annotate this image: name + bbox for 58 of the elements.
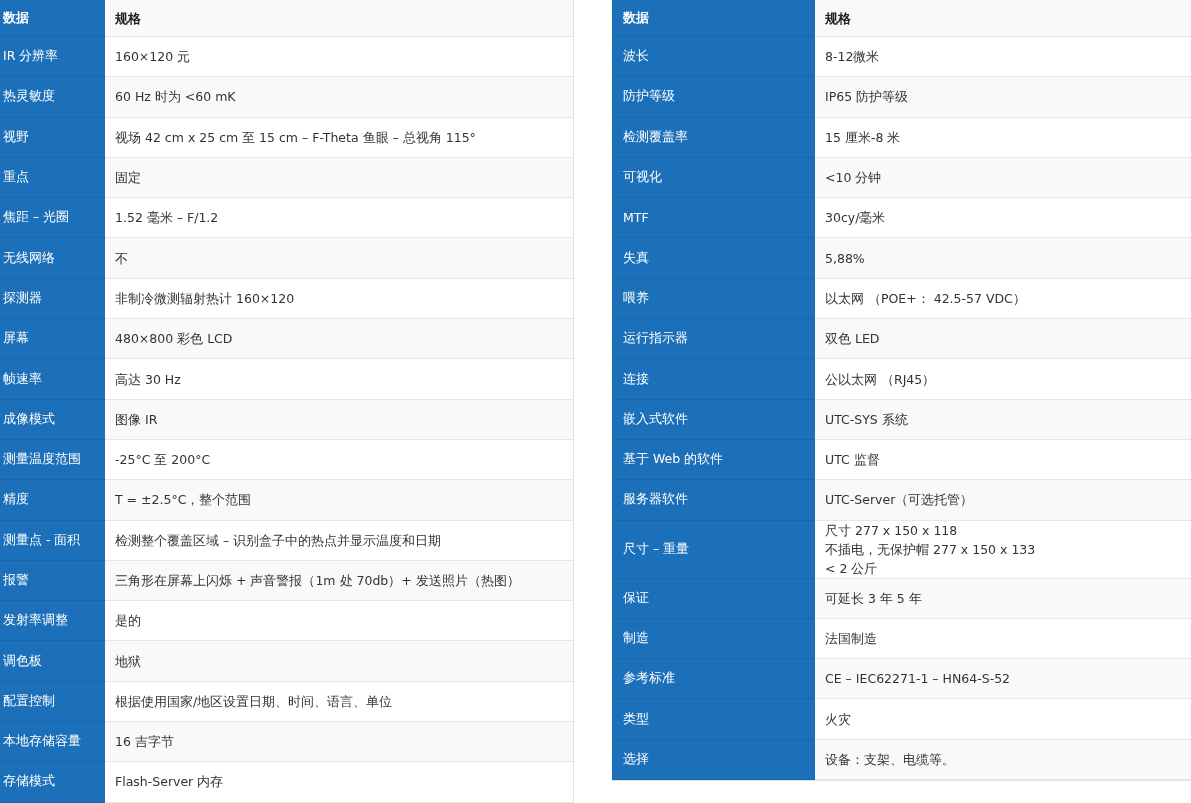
spec-value: 5,88% — [815, 238, 1191, 279]
spec-name: 服务器软件 — [612, 480, 815, 521]
column-header: 数据 — [612, 0, 815, 37]
spec-value: UTC-SYS 系统 — [815, 399, 1191, 440]
spec-name: 发射率调整 — [0, 601, 105, 642]
spec-name: 运行指示器 — [612, 319, 815, 360]
spec-name: 无线网络 — [0, 238, 105, 279]
spec-name: 嵌入式软件 — [612, 399, 815, 440]
spec-name: 重点 — [0, 157, 105, 199]
spec-name: 成像模式 — [0, 399, 105, 440]
spec-name: IR 分辨率 — [0, 37, 105, 78]
spec-name: 制造 — [612, 618, 815, 660]
spec-value: 60 Hz 时为 <60 mK — [105, 77, 573, 118]
spec-name: 基于 Web 的软件 — [612, 439, 815, 481]
spec-name: 参考标准 — [612, 659, 815, 700]
spec-name: 存储模式 — [0, 762, 105, 803]
spec-name: MTF — [612, 198, 815, 239]
spec-name: 热灵敏度 — [0, 77, 105, 118]
spec-name: 连接 — [612, 359, 815, 400]
spec-name: 测量温度范围 — [0, 439, 105, 481]
spec-name: 屏幕 — [0, 319, 105, 360]
spec-name: 检测覆盖率 — [612, 117, 815, 158]
spec-name: 报警 — [0, 560, 105, 602]
spec-name: 类型 — [612, 699, 815, 740]
spec-value: 不 — [105, 238, 573, 279]
spec-value: 设备：支架、电缆等。 — [815, 739, 1191, 781]
spec-value: 高达 30 Hz — [105, 359, 573, 400]
spec-name: 喂养 — [612, 278, 815, 320]
spec-name: 视野 — [0, 117, 105, 158]
spec-name: 探测器 — [0, 278, 105, 320]
spec-name: 波长 — [612, 37, 815, 78]
spec-value: IP65 防护等级 — [815, 77, 1191, 118]
spec-name: 焦距 – 光圈 — [0, 198, 105, 239]
spec-name: 保证 — [612, 578, 815, 619]
spec-value: 尺寸 277 x 150 x 118 不插电，无保护帽 277 x 150 x 133 < 2 公斤 — [815, 520, 1191, 579]
spec-value: 15 厘米-8 米 — [815, 117, 1191, 158]
spec-name: 防护等级 — [612, 77, 815, 118]
spec-value: 公以太网 （RJ45） — [815, 359, 1191, 400]
spec-name: 调色板 — [0, 641, 105, 682]
spec-name: 测量点 - 面积 — [0, 520, 105, 561]
spec-name: 尺寸 – 重量 — [612, 520, 815, 579]
spec-value: 地狱 — [105, 641, 573, 682]
spec-name: 失真 — [612, 238, 815, 279]
spec-value: 视场 42 cm x 25 cm 至 15 cm – F-Theta 鱼眼 – 总视角 115° — [105, 117, 573, 158]
spec-value: 可延长 3 年 5 年 — [815, 578, 1191, 619]
spec-value: UTC-Server（可选托管） — [815, 480, 1191, 521]
spec-name: 可视化 — [612, 157, 815, 199]
spec-name: 精度 — [0, 480, 105, 521]
spec-value: Flash-Server 内存 — [105, 762, 573, 803]
spec-value: 检测整个覆盖区域 – 识别盒子中的热点并显示温度和日期 — [105, 520, 573, 561]
spec-value: T = ±2.5°C，整个范围 — [105, 480, 573, 521]
column-header: 数据 — [0, 0, 105, 37]
spec-name: 本地存储容量 — [0, 722, 105, 763]
spec-value: 图像 IR — [105, 399, 573, 440]
spec-name: 帧速率 — [0, 359, 105, 400]
spec-name: 配置控制 — [0, 681, 105, 723]
spec-value: 火灾 — [815, 699, 1191, 740]
spec-name: 选择 — [612, 739, 815, 781]
